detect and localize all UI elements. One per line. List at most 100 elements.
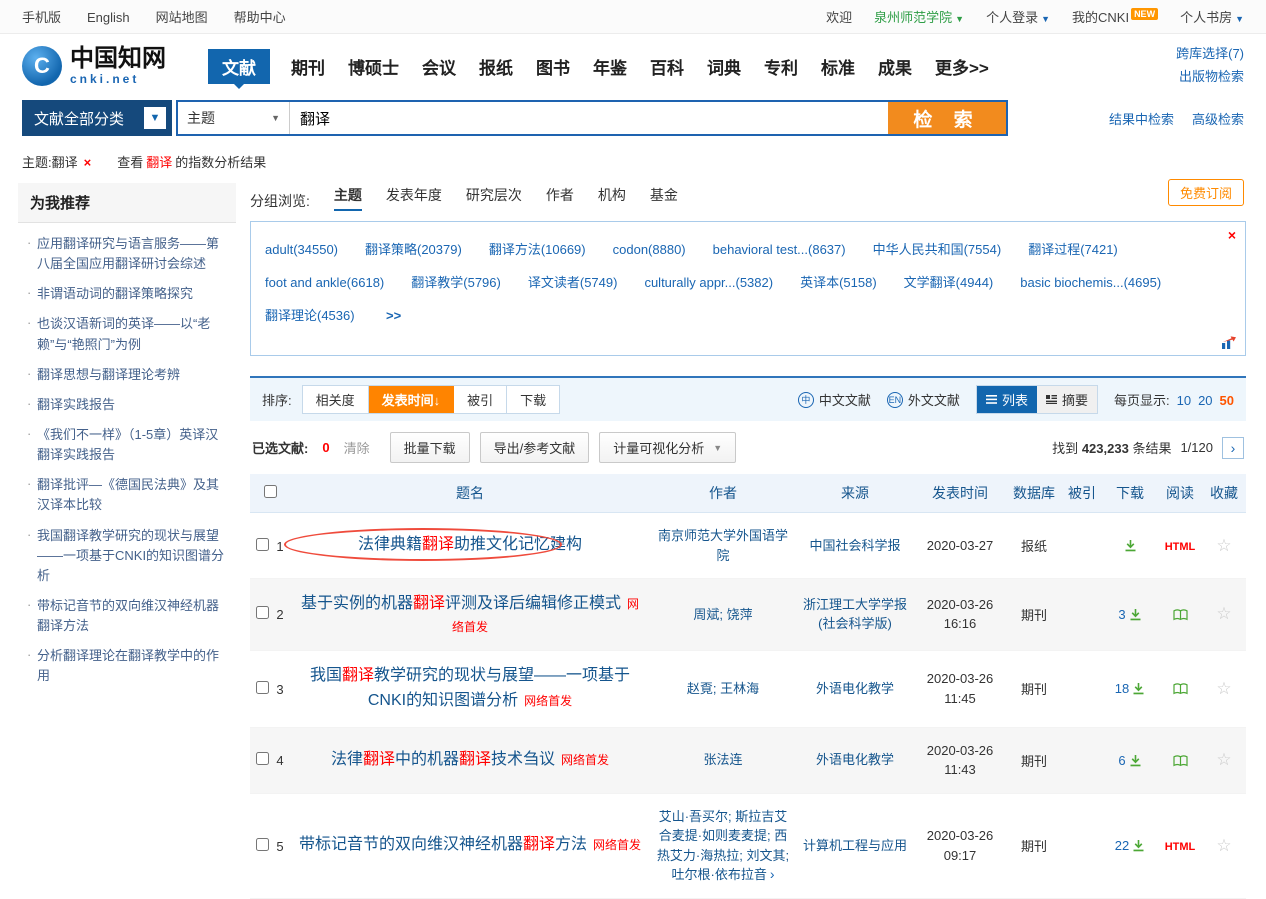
row-checkbox[interactable] [256, 752, 269, 765]
sidebar-item[interactable]: 《我们不一样》（1-5章）英译汉翻译实践报告 [26, 420, 230, 470]
nav-item[interactable]: 标准 [819, 49, 857, 84]
nav-item[interactable]: 成果 [876, 49, 914, 84]
per-page-option[interactable]: 20 [1198, 393, 1212, 408]
foreign-literature-toggle[interactable]: EN 外文文献 [887, 390, 960, 409]
doc-title-link[interactable]: 我国翻译教学研究的现状与展望——一项基于CNKI的知识图谱分析 [310, 667, 630, 709]
authors-link[interactable]: 张法连 [703, 752, 742, 767]
doc-title-link[interactable]: 基于实例的机器翻译评测及译后编辑修正模式 [301, 595, 621, 612]
nav-item[interactable]: 专利 [762, 49, 800, 84]
row-checkbox[interactable] [256, 606, 269, 619]
column-header[interactable]: 作者 [650, 474, 796, 513]
row-checkbox[interactable] [256, 681, 269, 694]
select-all-checkbox[interactable] [264, 485, 277, 498]
topic-tag[interactable]: 翻译理论(4536) [265, 305, 355, 324]
topic-tag[interactable]: 翻译策略(20379) [365, 239, 462, 258]
nav-item[interactable]: 年鉴 [591, 49, 629, 84]
topbar-link[interactable]: 网站地图 [156, 10, 208, 25]
toolbar-button[interactable]: 导出/参考文献 [480, 432, 590, 463]
personal-study-link[interactable]: 个人书房▼ [1180, 7, 1244, 26]
search-right-link[interactable]: 高级检索 [1192, 109, 1244, 128]
authors-link[interactable]: 赵覔; 王林海 [687, 681, 759, 696]
sidebar-item[interactable]: 翻译思想与翻译理论考辨 [26, 360, 230, 390]
more-tags-link[interactable]: >> [386, 308, 401, 323]
column-header[interactable]: 题名 [290, 474, 650, 513]
cnki-logo[interactable]: C 中国知网 cnki.net [22, 46, 166, 86]
nav-item[interactable]: 百科 [648, 49, 686, 84]
topic-tag[interactable]: 翻译过程(7421) [1028, 239, 1118, 258]
column-header[interactable]: 数据库 [1006, 474, 1062, 513]
expand-authors-icon[interactable]: › [770, 866, 775, 882]
column-header[interactable]: 收藏 [1202, 474, 1246, 513]
clear-selection-link[interactable]: 清除 [344, 438, 370, 457]
first-publish-tag[interactable]: 网络首发 [524, 694, 572, 708]
group-tab[interactable]: 发表年度 [386, 185, 442, 211]
row-checkbox[interactable] [256, 538, 269, 551]
topbar-link[interactable]: English [87, 10, 130, 25]
star-icon[interactable]: ☆ [1216, 536, 1231, 555]
topbar-link[interactable]: 手机版 [22, 10, 61, 25]
sidebar-item[interactable]: 也谈汉语新词的英译——以“老赖”与“艳照门”为例 [26, 309, 230, 359]
star-icon[interactable]: ☆ [1216, 679, 1231, 698]
nav-item[interactable]: 更多>> [933, 49, 991, 84]
sort-option[interactable]: 被引 [454, 386, 507, 413]
sidebar-item[interactable]: 翻译实践报告 [26, 390, 230, 420]
sidebar-item[interactable]: 带标记音节的双向维汉神经机器翻译方法 [26, 591, 230, 641]
row-checkbox[interactable] [256, 838, 269, 851]
close-icon[interactable]: × [84, 155, 92, 170]
search-input[interactable] [290, 102, 888, 134]
download-icon[interactable] [1132, 839, 1145, 852]
source-link[interactable]: 中国社会科学报 [809, 538, 900, 553]
book-icon[interactable] [1173, 755, 1188, 767]
sidebar-item[interactable]: 应用翻译研究与语言服务——第八届全国应用翻译研讨会综述 [26, 229, 230, 279]
topic-tag[interactable]: codon(8880) [613, 242, 686, 257]
search-button[interactable]: 检 索 [888, 102, 1006, 134]
source-link[interactable]: 计算机工程与应用 [803, 838, 907, 853]
download-icon[interactable] [1129, 608, 1142, 621]
nav-item[interactable]: 词典 [705, 49, 743, 84]
first-publish-tag[interactable]: 网络首发 [561, 753, 609, 767]
nav-item[interactable]: 图书 [534, 49, 572, 84]
index-analysis-link[interactable]: 查看翻译的指数分析结果 [117, 152, 266, 171]
filter-chip[interactable]: 主题:翻译× [22, 152, 91, 171]
star-icon[interactable]: ☆ [1216, 604, 1231, 623]
doc-title-link[interactable]: 法律典籍翻译助推文化记忆建构 [358, 536, 582, 553]
topic-tag[interactable]: 英译本(5158) [800, 272, 877, 291]
group-tab[interactable]: 作者 [546, 185, 574, 211]
authors-link[interactable]: 南京师范大学外国语学院 [658, 528, 788, 563]
org-link[interactable]: 泉州师范学院▼ [874, 7, 964, 26]
toolbar-button[interactable]: 计量可视化分析▼ [599, 432, 736, 463]
group-tab[interactable]: 主题 [334, 185, 362, 211]
authors-link[interactable]: 周斌; 饶萍 [693, 607, 752, 622]
nav-item[interactable]: 博硕士 [346, 49, 401, 84]
doc-title-link[interactable]: 带标记音节的双向维汉神经机器翻译方法 [299, 836, 587, 853]
sidebar-item[interactable]: 分析翻译理论在翻译教学中的作用 [26, 641, 230, 691]
book-icon[interactable] [1173, 683, 1188, 695]
first-publish-tag[interactable]: 网络首发 [593, 838, 641, 852]
group-tab[interactable]: 基金 [650, 185, 678, 211]
search-field-select[interactable]: 主题 ▼ [178, 102, 290, 134]
topic-tag[interactable]: foot and ankle(6618) [265, 275, 384, 290]
topic-tag[interactable]: basic biochemis...(4695) [1020, 275, 1161, 290]
sidebar-item[interactable]: 翻译批评—《德国民法典》及其汉译本比较 [26, 470, 230, 520]
list-view-button[interactable]: 列表 [977, 386, 1037, 413]
download-icon[interactable] [1129, 754, 1142, 767]
star-icon[interactable]: ☆ [1216, 836, 1231, 855]
header-right-link[interactable]: 出版物检索 [1176, 65, 1244, 88]
nav-item[interactable]: 会议 [420, 49, 458, 84]
topic-tag[interactable]: 翻译方法(10669) [489, 239, 586, 258]
download-icon[interactable] [1124, 539, 1137, 552]
next-page-button[interactable]: › [1222, 437, 1244, 459]
column-header[interactable]: 来源 [796, 474, 914, 513]
doc-title-link[interactable]: 法律翻译中的机器翻译技术刍议 [331, 751, 555, 768]
per-page-option[interactable]: 10 [1177, 393, 1191, 408]
topic-tag[interactable]: 中华人民共和国(7554) [873, 239, 1002, 258]
column-header[interactable]: 下载 [1102, 474, 1158, 513]
free-subscribe-button[interactable]: 免费订阅 [1168, 179, 1244, 206]
download-icon[interactable] [1132, 682, 1145, 695]
chinese-literature-toggle[interactable]: 中 中文文献 [798, 390, 871, 409]
topic-tag[interactable]: 翻译教学(5796) [411, 272, 501, 291]
sidebar-item[interactable]: 非谓语动词的翻译策略探究 [26, 279, 230, 309]
source-link[interactable]: 外语电化教学 [816, 681, 894, 696]
group-tab[interactable]: 机构 [598, 185, 626, 211]
my-cnki-link[interactable]: 我的CNKINEW [1072, 7, 1158, 26]
